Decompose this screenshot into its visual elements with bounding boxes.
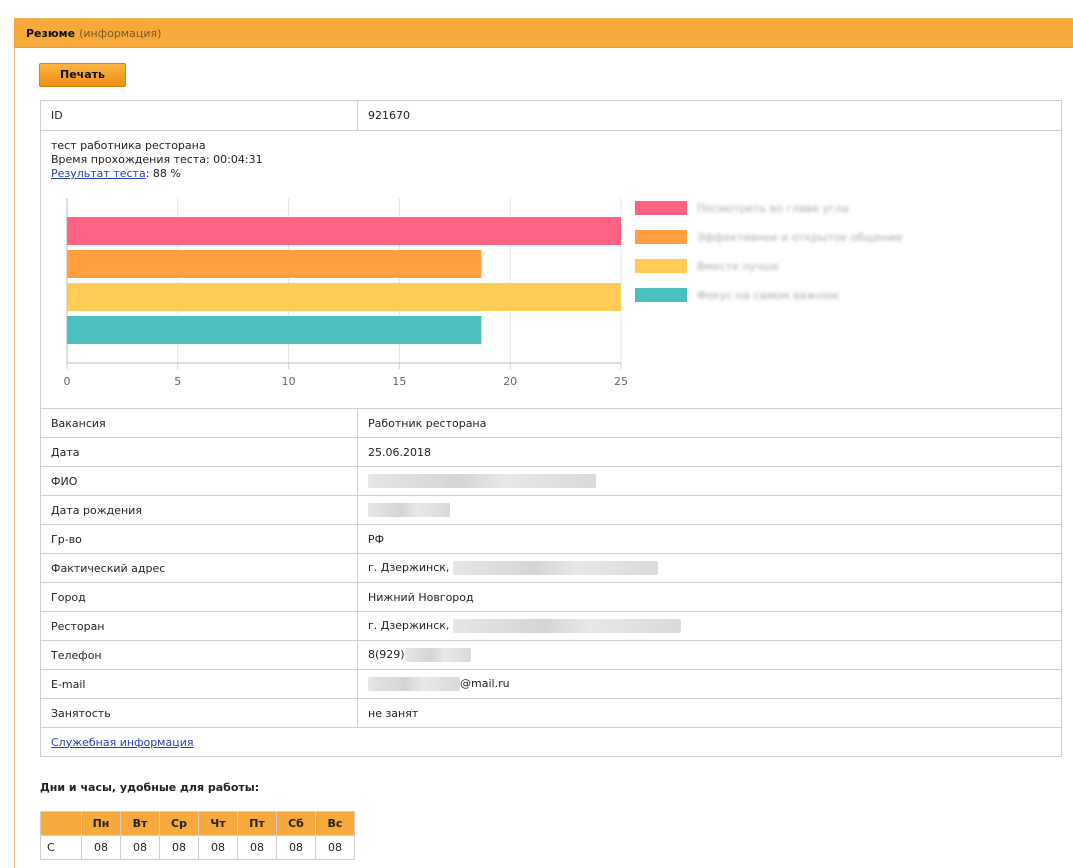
schedule-header-row: Пн Вт Ср Чт Пт Сб Вс bbox=[40, 811, 355, 836]
schedule-table: Пн Вт Ср Чт Пт Сб Вс С 08 08 08 08 08 08… bbox=[40, 811, 355, 860]
panel-subtitle: (информация) bbox=[79, 27, 162, 40]
redacted-value bbox=[368, 474, 596, 488]
redacted-value bbox=[452, 561, 658, 575]
print-button[interactable]: Печать bbox=[39, 63, 126, 87]
schedule-row-label: С bbox=[40, 835, 82, 860]
schedule-day: Ср bbox=[159, 811, 199, 836]
service-info-link[interactable]: Служебная информация bbox=[51, 736, 193, 749]
table-row: ID 921670 bbox=[40, 100, 1062, 131]
test-result: Результат теста: 88 % bbox=[51, 167, 1051, 181]
x-tick-label: 15 bbox=[392, 375, 406, 388]
field-label-employment: Занятость bbox=[40, 698, 358, 728]
redacted-value bbox=[404, 648, 471, 662]
field-value-date: 25.06.2018 bbox=[357, 437, 1062, 467]
field-label-vacancy: Вакансия bbox=[40, 408, 358, 438]
chart-bar bbox=[67, 217, 621, 245]
id-value: 921670 bbox=[357, 100, 1062, 131]
legend-swatch bbox=[635, 259, 687, 273]
field-label-email: E-mail bbox=[40, 669, 358, 699]
field-value-fio bbox=[357, 466, 1062, 496]
email-text: @mail.ru bbox=[460, 677, 510, 690]
legend-label: Вместе лучше bbox=[697, 260, 779, 273]
table-row: E-mail @mail.ru bbox=[40, 669, 1062, 699]
field-value-birthdate bbox=[357, 495, 1062, 525]
field-value-citizenship: РФ bbox=[357, 524, 1062, 554]
field-label-phone: Телефон bbox=[40, 640, 358, 670]
schedule-cell: 08 bbox=[81, 835, 121, 860]
redacted-value bbox=[368, 677, 460, 691]
field-label-birthdate: Дата рождения bbox=[40, 495, 358, 525]
field-value-phone: 8(929) bbox=[357, 640, 1062, 670]
table-row: Занятость не занят bbox=[40, 698, 1062, 728]
legend-label: Эффективное и открытое общение bbox=[697, 231, 903, 244]
panel-title: Резюме (информация) bbox=[26, 27, 161, 40]
schedule-row: С 08 08 08 08 08 08 08 bbox=[40, 835, 355, 860]
field-value-address: г. Дзержинск, bbox=[357, 553, 1062, 583]
test-result-value: : 88 % bbox=[145, 167, 181, 180]
restaurant-text: г. Дзержинск, bbox=[368, 619, 450, 632]
test-time: Время прохождения теста: 00:04:31 bbox=[51, 153, 263, 166]
schedule-day: Сб bbox=[276, 811, 316, 836]
field-value-email: @mail.ru bbox=[357, 669, 1062, 699]
id-label: ID bbox=[40, 100, 358, 131]
legend-label: Фокус на самом важном bbox=[697, 289, 838, 302]
field-label-date: Дата bbox=[40, 437, 358, 467]
table-row: Служебная информация bbox=[40, 727, 1062, 757]
field-label-restaurant: Ресторан bbox=[40, 611, 358, 641]
field-value-vacancy: Работник ресторана bbox=[357, 408, 1062, 438]
legend-swatch bbox=[635, 230, 687, 244]
table-row: Гр-во РФ bbox=[40, 524, 1062, 554]
chart-svg: 0 5 10 15 20 25 Посмотреть во главе угла Эффект… bbox=[64, 198, 903, 388]
service-info-cell: Служебная информация bbox=[40, 727, 1062, 757]
schedule-day: Чт bbox=[198, 811, 238, 836]
schedule-day: Пт bbox=[237, 811, 277, 836]
x-tick-label: 20 bbox=[503, 375, 517, 388]
table-row: Ресторан г. Дзержинск, bbox=[40, 611, 1062, 641]
table-row: Телефон 8(929) bbox=[40, 640, 1062, 670]
schedule-day: Пн bbox=[81, 811, 121, 836]
test-result-link[interactable]: Результат теста bbox=[51, 167, 146, 180]
legend-swatch bbox=[635, 201, 687, 215]
chart-bar bbox=[67, 283, 621, 311]
field-label-city: Город bbox=[40, 582, 358, 612]
test-name: тест работника ресторана bbox=[51, 139, 206, 152]
schedule-day: Вт bbox=[120, 811, 160, 836]
legend-swatch bbox=[635, 288, 687, 302]
table-row: Дата 25.06.2018 bbox=[40, 437, 1062, 467]
schedule-cell: 08 bbox=[198, 835, 238, 860]
field-value-restaurant: г. Дзержинск, bbox=[357, 611, 1062, 641]
field-value-city: Нижний Новгород bbox=[357, 582, 1062, 612]
schedule-day: Вс bbox=[315, 811, 355, 836]
phone-text: 8(929) bbox=[368, 648, 405, 661]
redacted-value bbox=[368, 503, 450, 517]
x-tick-label: 25 bbox=[614, 375, 628, 388]
schedule-corner bbox=[40, 811, 82, 836]
field-label-address: Фактический адрес bbox=[40, 553, 358, 583]
x-tick-label: 0 bbox=[64, 375, 71, 388]
table-row: Вакансия Работник ресторана bbox=[40, 408, 1062, 438]
schedule-cell: 08 bbox=[159, 835, 199, 860]
field-label-fio: ФИО bbox=[40, 466, 358, 496]
schedule-cell: 08 bbox=[315, 835, 355, 860]
table-row: Город Нижний Новгород bbox=[40, 582, 1062, 612]
test-result-chart: 0 5 10 15 20 25 Посмотреть во главе угла Эффект… bbox=[50, 190, 1050, 405]
table-row: ФИО bbox=[40, 466, 1062, 496]
chart-bar bbox=[67, 316, 482, 344]
table-row: Фактический адрес г. Дзержинск, bbox=[40, 553, 1062, 583]
panel-header: Резюме (информация) bbox=[14, 18, 1073, 48]
schedule-title: Дни и часы, удобные для работы: bbox=[40, 781, 260, 794]
schedule-cell: 08 bbox=[276, 835, 316, 860]
table-row: Дата рождения bbox=[40, 495, 1062, 525]
legend-label: Посмотреть во главе угла bbox=[697, 202, 849, 215]
chart-bar bbox=[67, 250, 482, 278]
field-value-employment: не занят bbox=[357, 698, 1062, 728]
redacted-value bbox=[452, 619, 681, 633]
x-tick-label: 10 bbox=[282, 375, 296, 388]
panel-title-text: Резюме bbox=[26, 27, 76, 40]
schedule-cell: 08 bbox=[120, 835, 160, 860]
x-tick-label: 5 bbox=[174, 375, 181, 388]
field-label-citizenship: Гр-во bbox=[40, 524, 358, 554]
schedule-cell: 08 bbox=[237, 835, 277, 860]
address-text: г. Дзержинск, bbox=[368, 561, 450, 574]
